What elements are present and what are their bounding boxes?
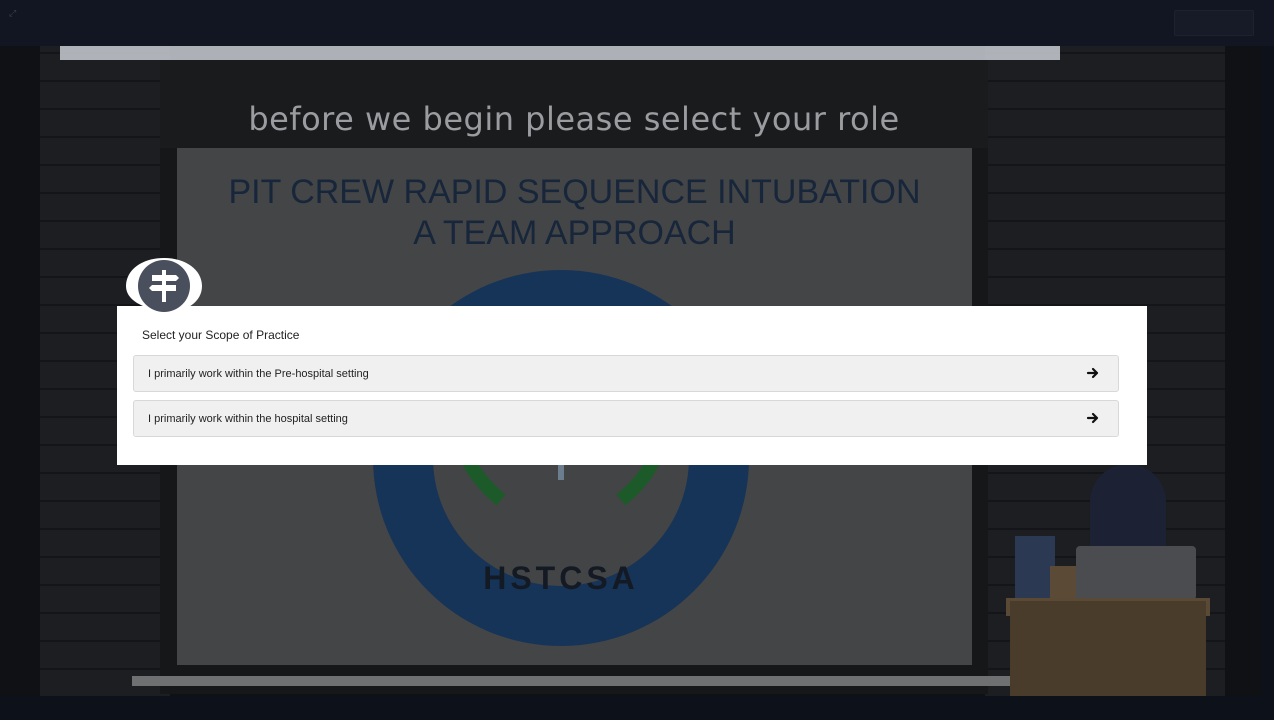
role-headline: before we begin please select your role [248,100,900,138]
binders [1015,536,1055,598]
ceiling-light [60,46,1060,60]
signpost-icon [126,258,202,316]
computer-monitor [1076,546,1196,600]
option-pre-hospital[interactable]: I primarily work within the Pre-hospital… [133,355,1119,392]
dialog-question: Select your Scope of Practice [142,328,300,342]
course-title-line-1: PIT CREW RAPID SEQUENCE INTUBATION [228,173,921,211]
presenter-character [1090,464,1166,554]
screen-header: before we begin please select your role [160,60,988,148]
course-title-line-2: A TEAM APPROACH [413,214,736,252]
course-title: PIT CREW RAPID SEQUENCE INTUBATION A TEA… [177,172,972,254]
desk [1010,601,1206,696]
screen-bottom-bar [132,676,1012,686]
option-label: I primarily work within the Pre-hospital… [148,368,369,380]
arrow-right-icon [1086,412,1099,424]
logo-acronym: HSTCSA [483,560,639,596]
arrow-right-icon [1086,367,1099,379]
top-right-button[interactable] [1174,10,1254,36]
option-hospital[interactable]: I primarily work within the hospital set… [133,400,1119,437]
scope-of-practice-dialog: Select your Scope of Practice I primaril… [117,306,1147,465]
expand-icon[interactable]: ⤢ [9,8,19,18]
option-label: I primarily work within the hospital set… [148,413,348,425]
top-bar: ⤢ [0,0,1274,46]
